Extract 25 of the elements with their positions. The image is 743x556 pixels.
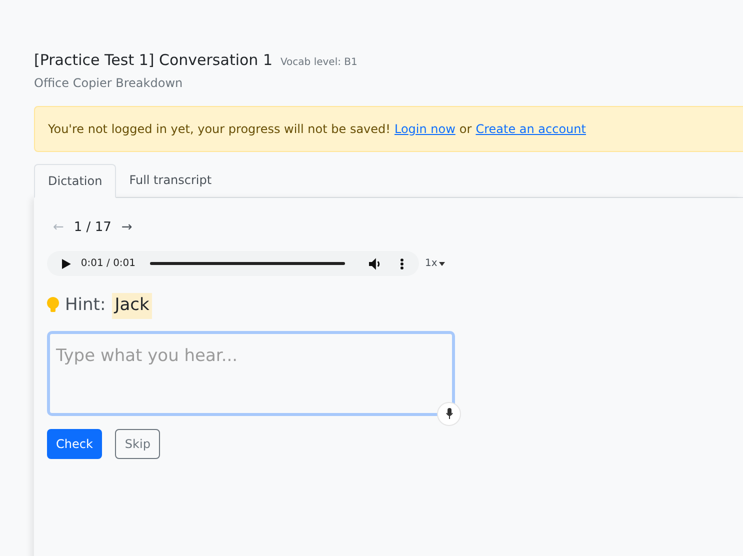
alert-joiner: or: [459, 120, 472, 138]
play-icon[interactable]: [62, 258, 71, 268]
caret-icon: [439, 262, 446, 266]
volume-icon[interactable]: [369, 258, 382, 270]
more-icon[interactable]: [400, 258, 404, 270]
answer-field[interactable]: Type what you hear...: [47, 330, 455, 416]
alert-message: You're not logged in yet, your progress will not be saved!: [48, 120, 390, 138]
vocab-level: Vocab level: B1: [280, 56, 358, 70]
skip-button[interactable]: Skip: [114, 428, 160, 458]
signup-link[interactable]: Create an account: [476, 120, 586, 138]
login-link[interactable]: Login now: [394, 120, 456, 138]
tab[interactable]: Full transcript: [116, 164, 225, 196]
lightbulb-icon: [47, 297, 59, 314]
audio-time: 0:01 / 0:01: [80, 257, 136, 271]
hint-word: Jack: [112, 293, 152, 318]
lesson-subtitle: Office Copier Breakdown: [34, 74, 184, 92]
check-button[interactable]: Check: [47, 428, 102, 458]
microphone-button[interactable]: [437, 402, 461, 426]
tab[interactable]: Dictation: [34, 164, 116, 198]
speed-dropdown[interactable]: 1x: [425, 256, 446, 271]
sentence-counter: 1 / 17: [74, 218, 112, 236]
microphone-icon: [446, 408, 452, 419]
next-button[interactable]: →: [121, 218, 132, 237]
hint-label: Hint:: [65, 294, 106, 317]
lesson-title: [Practice Test 1] Conversation 1: [34, 50, 272, 71]
